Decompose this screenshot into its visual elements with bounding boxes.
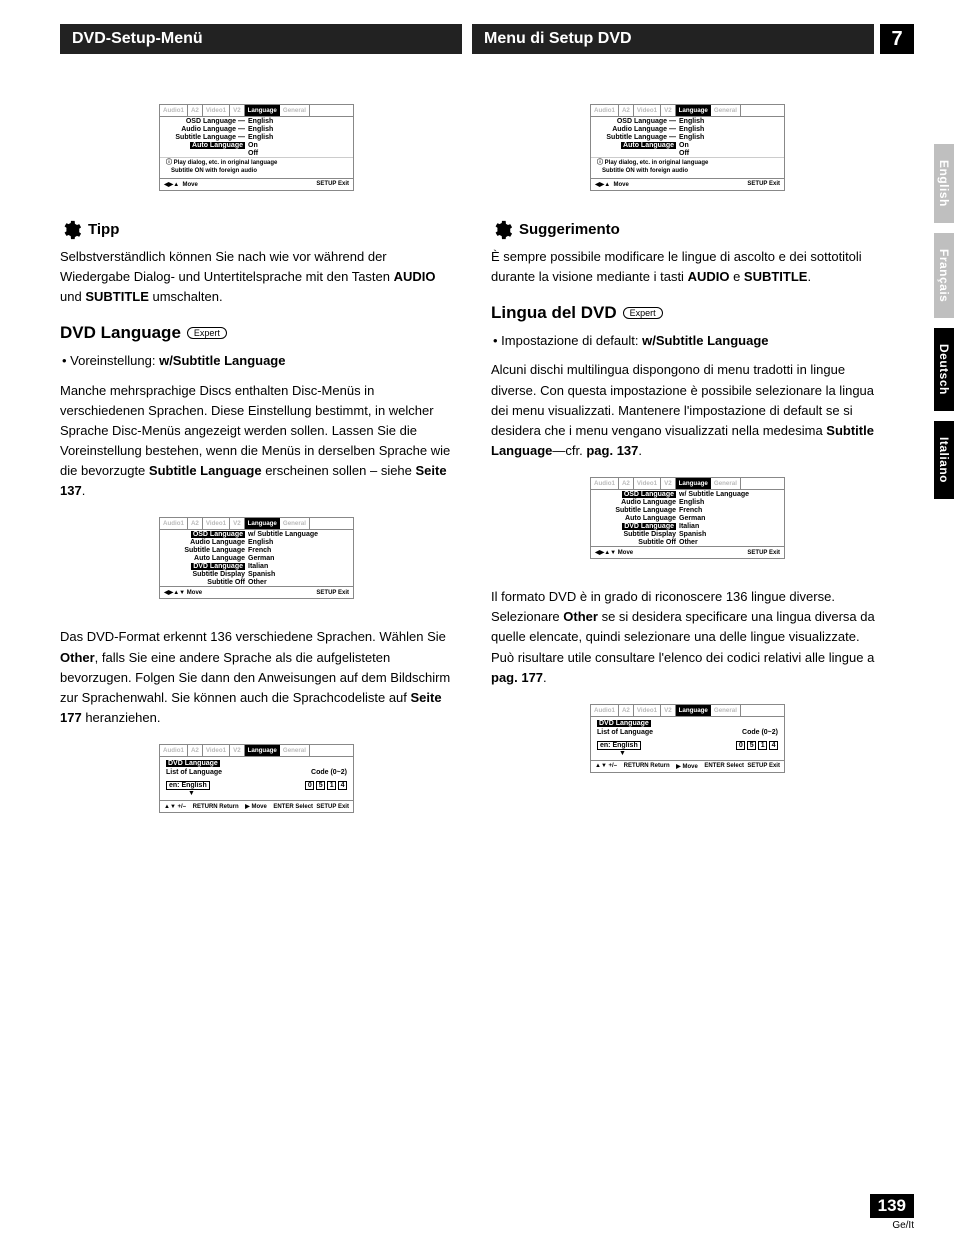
- column-german: Audio1 A2 Video1 V2 Language General OSD…: [60, 104, 453, 841]
- osd-language-code-menu: Audio1A2Video1V2LanguageGeneral DVD Lang…: [590, 704, 785, 773]
- paragraph: Das DVD-Format erkennt 136 verschiedene …: [60, 627, 453, 728]
- tip-body: Selbstverständlich können Sie nach wie v…: [60, 247, 453, 307]
- osd-tab: A2: [188, 105, 203, 116]
- default-setting: Impostazione di default: w/Subtitle Lang…: [505, 331, 884, 351]
- osd-tab: General: [280, 105, 310, 116]
- section-heading: Lingua del DVDExpert: [491, 303, 884, 323]
- page-footer: 139 Ge/It: [870, 1194, 914, 1231]
- paragraph: Alcuni dischi multilingua dispongono di …: [491, 360, 884, 461]
- osd-tab: Video1: [203, 105, 230, 116]
- osd-language-menu-2: Audio1A2Video1V2LanguageGeneral OSD Lang…: [590, 477, 785, 559]
- expert-badge: Expert: [187, 327, 227, 339]
- chapter-number: 7: [880, 24, 914, 54]
- gear-icon: [60, 219, 82, 241]
- side-tab-english[interactable]: English: [934, 144, 954, 223]
- default-setting: Voreinstellung: w/Subtitle Language: [74, 351, 453, 371]
- osd-language-menu-1: Audio1A2Video1V2LanguageGeneral OSD Lang…: [590, 104, 785, 191]
- osd-language-menu-2: Audio1A2Video1V2LanguageGeneral OSD Lang…: [159, 517, 354, 599]
- side-tab-francais[interactable]: Français: [934, 233, 954, 318]
- osd-tab-active: Language: [245, 105, 280, 116]
- paragraph: Il formato DVD è in grado di riconoscere…: [491, 587, 884, 688]
- osd-language-code-menu: Audio1A2Video1V2LanguageGeneral DVD Lang…: [159, 744, 354, 813]
- tip-body: È sempre possibile modificare le lingue …: [491, 247, 884, 287]
- column-italian: Audio1A2Video1V2LanguageGeneral OSD Lang…: [491, 104, 884, 841]
- tip-heading: Suggerimento: [519, 221, 620, 238]
- header-left-title: DVD-Setup-Menü: [60, 24, 462, 54]
- osd-language-menu-1: Audio1 A2 Video1 V2 Language General OSD…: [159, 104, 354, 191]
- osd-tab: Audio1: [160, 105, 188, 116]
- side-tab-italiano[interactable]: Italiano: [934, 421, 954, 499]
- header-right-title: Menu di Setup DVD: [472, 24, 874, 54]
- expert-badge: Expert: [623, 307, 663, 319]
- tip-heading: Tipp: [88, 221, 119, 238]
- page-number: 139: [870, 1194, 914, 1218]
- page-lang-code: Ge/It: [870, 1220, 914, 1231]
- gear-icon: [491, 219, 513, 241]
- header-bar: DVD-Setup-Menü Menu di Setup DVD 7: [60, 24, 914, 54]
- section-heading: DVD LanguageExpert: [60, 323, 453, 343]
- side-tab-deutsch[interactable]: Deutsch: [934, 328, 954, 411]
- paragraph: Manche mehrsprachige Discs enthalten Dis…: [60, 381, 453, 502]
- osd-tab: V2: [230, 105, 245, 116]
- side-language-tabs: English Français Deutsch Italiano: [934, 144, 954, 499]
